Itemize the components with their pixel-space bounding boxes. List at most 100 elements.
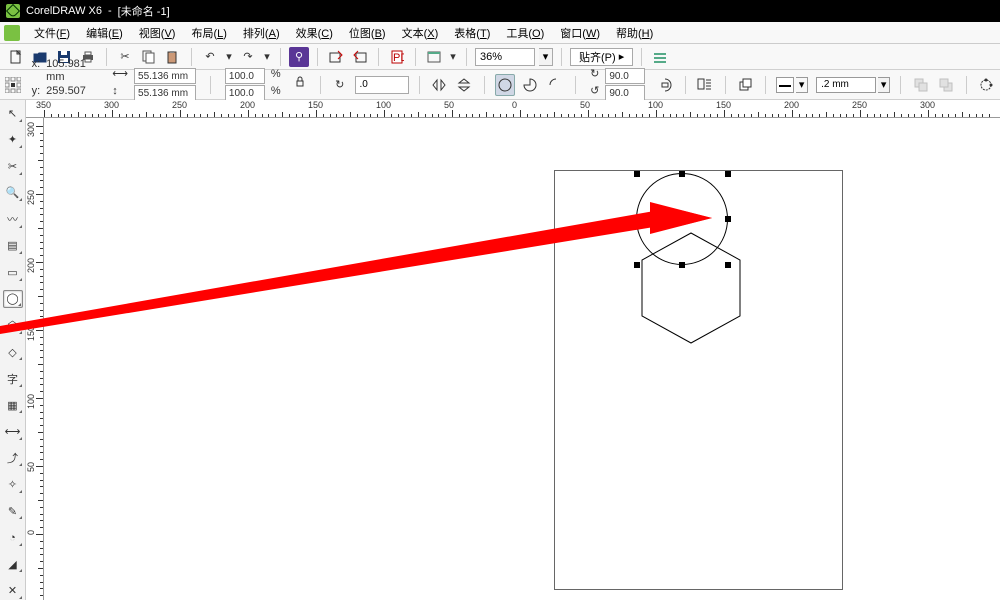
workspace: ↖✦✂🔍〰▤▭◯⬠◇字▦⟷⤴✧✎◔◢✕ 35030025020015010050…	[0, 100, 1000, 600]
start-angle-input[interactable]: 90.0	[605, 68, 645, 84]
outline-color-dropdown[interactable]: ▾	[796, 77, 808, 93]
object-origin-icon[interactable]	[4, 75, 22, 95]
lock-ratio-button[interactable]	[291, 74, 310, 96]
undo-button[interactable]: ↶	[200, 47, 220, 67]
undo-dropdown[interactable]: ▾	[224, 47, 234, 67]
publish-pdf-button[interactable]: PDF	[387, 47, 407, 67]
canvas[interactable]: ✕	[44, 118, 1000, 600]
zoom-input[interactable]	[475, 48, 535, 66]
mirror-v-button[interactable]	[455, 74, 474, 96]
doc-title: [未命名 -1]	[118, 3, 170, 19]
menu-logo-icon	[4, 25, 20, 41]
arc-angles: ↻90.0 ↺90.0	[586, 68, 649, 101]
redo-button[interactable]: ↷	[238, 47, 258, 67]
fullscreen-button[interactable]	[424, 47, 444, 67]
connector-tool[interactable]: ⤴	[3, 449, 23, 468]
width-input[interactable]: 55.136 mm	[134, 68, 196, 84]
effects-tool[interactable]: ✧	[3, 475, 23, 494]
handle-e[interactable]	[725, 216, 731, 222]
separator	[317, 48, 318, 66]
separator	[561, 48, 562, 66]
menu-x[interactable]: 文本(X)	[394, 23, 447, 43]
menu-v[interactable]: 视图(V)	[131, 23, 184, 43]
snap-button[interactable]: 贴齐(P) ▸	[570, 48, 633, 66]
handle-ne[interactable]	[725, 171, 731, 177]
pie-mode-button[interactable]	[521, 74, 540, 96]
wrap-text-button[interactable]	[696, 74, 715, 96]
scale-y-input[interactable]: 100.0	[225, 85, 265, 101]
scale-x-input[interactable]: 100.0	[225, 68, 265, 84]
export-button[interactable]	[350, 47, 370, 67]
outline-width-dropdown[interactable]: ▾	[878, 77, 890, 93]
redo-dropdown[interactable]: ▾	[262, 47, 272, 67]
menu-o[interactable]: 工具(O)	[498, 23, 552, 43]
import-button[interactable]	[326, 47, 346, 67]
fill-tool[interactable]: ◢	[3, 555, 23, 574]
to-front-of-layer-button[interactable]	[911, 74, 930, 96]
cut-button[interactable]: ✂	[115, 47, 135, 67]
menu-w[interactable]: 窗口(W)	[552, 23, 608, 43]
ruler-vertical[interactable]: 300250200150100500	[26, 118, 44, 600]
ellipse-mode-button[interactable]	[495, 74, 515, 96]
size-readout: ⟷55.136 mm ↕55.136 mm	[108, 68, 200, 101]
copy-button[interactable]	[139, 47, 159, 67]
rotation-input[interactable]: .0	[355, 76, 409, 94]
paste-button[interactable]	[163, 47, 183, 67]
separator	[280, 48, 281, 66]
arc-mode-button[interactable]	[546, 74, 565, 96]
height-input[interactable]: 55.136 mm	[134, 85, 196, 101]
standard-toolbar: ✂ ↶ ▾ ↷ ▾ ⚲ PDF ▾ ▾ 贴齐(P) ▸	[0, 44, 1000, 70]
separator	[466, 48, 467, 66]
app-logo-icon	[6, 4, 20, 18]
app-launch-dropdown[interactable]: ▾	[448, 47, 458, 67]
zoom-dropdown[interactable]: ▾	[539, 48, 553, 66]
to-back-of-layer-button[interactable]	[936, 74, 955, 96]
pos-x: 105.981 mm	[46, 58, 98, 84]
text-tool[interactable]: 字	[3, 369, 23, 388]
menu-h[interactable]: 帮助(H)	[608, 23, 661, 43]
scale-box: 100.0% 100.0%	[221, 68, 285, 101]
tofront-button[interactable]	[736, 74, 755, 96]
shape-tool[interactable]: ✦	[3, 131, 23, 150]
app-title: CorelDRAW X6	[26, 5, 102, 17]
table-tool[interactable]: ▦	[3, 396, 23, 415]
crop-tool[interactable]: ✂	[3, 157, 23, 176]
menu-e[interactable]: 编辑(E)	[78, 23, 131, 43]
rotation-icon: ↻	[331, 75, 349, 95]
pick-tool[interactable]: ↖	[3, 104, 23, 123]
separator	[415, 48, 416, 66]
menu-f[interactable]: 文件(F)	[26, 23, 78, 43]
new-button[interactable]	[6, 47, 26, 67]
eyedropper-tool[interactable]: ✎	[3, 502, 23, 521]
annotation-arrow	[0, 198, 720, 338]
menu-t[interactable]: 表格(T)	[446, 23, 498, 43]
basic-shapes-tool[interactable]: ◇	[3, 343, 23, 362]
outline-tool[interactable]: ◔	[3, 528, 23, 547]
end-angle-icon: ↺	[590, 85, 599, 101]
arc-direction-button[interactable]	[655, 74, 674, 96]
handle-nw[interactable]	[634, 171, 640, 177]
svg-text:PDF: PDF	[393, 52, 404, 64]
titlebar: CorelDRAW X6 - [未命名 -1]	[0, 0, 1000, 22]
outline-controls: ▾ ▾	[776, 77, 890, 93]
menu-l[interactable]: 布局(L)	[183, 23, 234, 43]
handle-se[interactable]	[725, 262, 731, 268]
outline-width-input[interactable]	[816, 77, 876, 93]
toolbox: ↖✦✂🔍〰▤▭◯⬠◇字▦⟷⤴✧✎◔◢✕	[0, 100, 26, 600]
ruler-horizontal[interactable]: 35030025020015010050050100150200250300	[26, 100, 1000, 118]
interactive-fill-tool[interactable]: ✕	[3, 581, 23, 600]
separator	[106, 48, 107, 66]
menu-c[interactable]: 效果(C)	[288, 23, 341, 43]
handle-n[interactable]	[679, 171, 685, 177]
outline-color-swatch[interactable]	[776, 77, 794, 93]
search-content-button[interactable]: ⚲	[289, 47, 309, 67]
menu-b[interactable]: 位图(B)	[341, 23, 394, 43]
end-angle-input[interactable]: 90.0	[605, 85, 645, 101]
menu-a[interactable]: 排列(A)	[235, 23, 288, 43]
mirror-h-button[interactable]	[429, 74, 448, 96]
menubar: 文件(F)编辑(E)视图(V)布局(L)排列(A)效果(C)位图(B)文本(X)…	[0, 22, 1000, 44]
options-button[interactable]	[650, 47, 670, 67]
convert-to-curves-button[interactable]	[977, 74, 996, 96]
height-icon: ↕	[112, 85, 128, 101]
dimension-tool[interactable]: ⟷	[3, 422, 23, 441]
